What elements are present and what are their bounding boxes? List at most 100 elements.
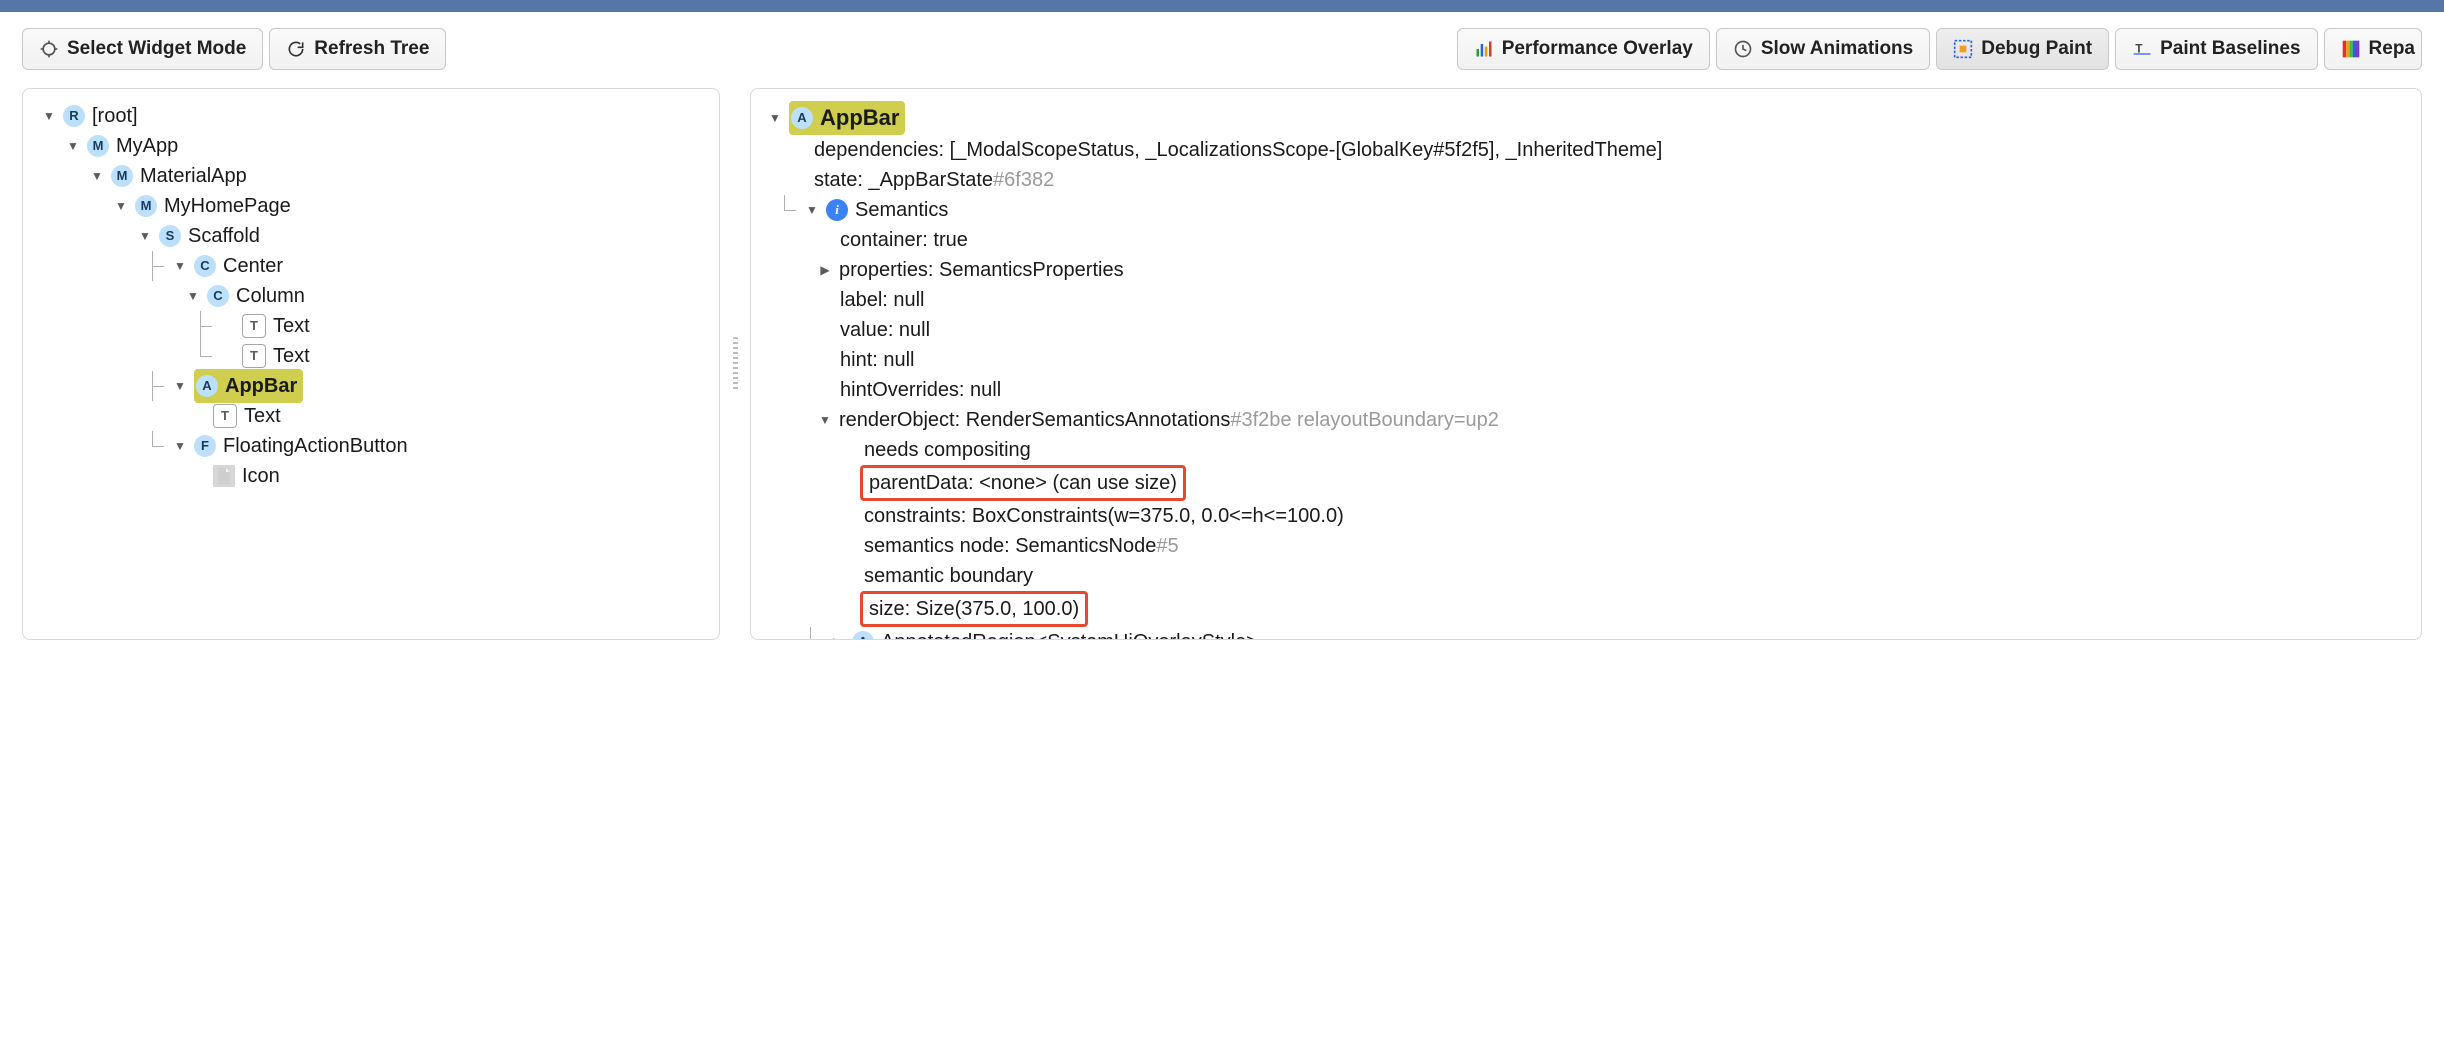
performance-overlay-button[interactable]: Performance Overlay [1457,28,1710,70]
tree-row-column[interactable]: ▼ C Column [29,281,713,311]
chevron-down-icon[interactable]: ▼ [818,413,832,427]
widget-badge: S [159,225,181,247]
details-row-semantics-node[interactable]: semantics node: SemanticsNode#5 [755,531,2417,561]
debug-paint-button[interactable]: Debug Paint [1936,28,2109,70]
chevron-right-icon[interactable]: ▶ [831,635,845,640]
details-row-hint-overrides[interactable]: hintOverrides: null [755,375,2417,405]
property-text: hintOverrides: null [840,375,1001,405]
baselines-icon: T [2132,39,2152,59]
widget-label: MyHomePage [164,191,291,221]
rainbow-icon [2341,39,2361,59]
widget-badge: A [196,375,218,397]
selected-widget: A AppBar [789,101,905,135]
details-row-constraints[interactable]: constraints: BoxConstraints(w=375.0, 0.0… [755,501,2417,531]
widget-label: FloatingActionButton [223,431,408,461]
chevron-down-icon[interactable]: ▼ [90,169,104,183]
bar-chart-icon [1474,39,1494,59]
tree-row-appbar[interactable]: ▼ A AppBar [29,371,713,401]
chevron-down-icon[interactable]: ▼ [768,111,782,125]
details-row-semantics[interactable]: ▼ i Semantics [755,195,2417,225]
details-row-render-object[interactable]: ▼ renderObject: RenderSemanticsAnnotatio… [755,405,2417,435]
widget-label: Column [236,281,305,311]
chevron-down-icon[interactable]: ▼ [173,439,187,453]
property-name: renderObject: RenderSemanticsAnnotations [839,409,1230,431]
widget-label: [root] [92,101,138,131]
hash-text: #5 [1156,535,1178,557]
refresh-tree-button[interactable]: Refresh Tree [269,28,446,70]
details-row-needs-compositing[interactable]: needs compositing [755,435,2417,465]
toolbar-left-group: Select Widget Mode Refresh Tree [22,28,446,70]
button-label: Refresh Tree [314,38,429,60]
tree-guide-icon [192,341,214,371]
chevron-down-icon[interactable]: ▼ [805,203,819,217]
chevron-down-icon[interactable]: ▼ [186,289,200,303]
tree-row-center[interactable]: ▼ C Center [29,251,713,281]
property-text: value: null [840,315,930,345]
chevron-down-icon[interactable]: ▼ [114,199,128,213]
hash-text: #3f2be relayoutBoundary=up2 [1230,409,1499,431]
widget-badge: M [87,135,109,157]
details-row-properties[interactable]: ▶ properties: SemanticsProperties [755,255,2417,285]
details-row-hint[interactable]: hint: null [755,345,2417,375]
toolbar: Select Widget Mode Refresh Tree Performa… [0,12,2444,88]
chevron-down-icon[interactable]: ▼ [138,229,152,243]
paint-baselines-button[interactable]: T Paint Baselines [2115,28,2317,70]
details-panel: ▼ A AppBar dependencies: [_ModalScopeSta… [750,88,2422,640]
widget-label: MyApp [116,131,178,161]
widget-tree: ▼ R [root] ▼ M MyApp ▼ M MaterialApp ▼ M [23,89,719,503]
widget-label: AppBar [225,371,297,401]
tree-row-materialapp[interactable]: ▼ M MaterialApp [29,161,713,191]
widget-badge: T [213,404,237,428]
chevron-down-icon[interactable]: ▼ [173,259,187,273]
panels-container: ▼ R [root] ▼ M MyApp ▼ M MaterialApp ▼ M [0,88,2444,664]
hash-text: #6f382 [993,169,1054,191]
select-widget-mode-button[interactable]: Select Widget Mode [22,28,263,70]
details-row-size[interactable]: size: Size(375.0, 100.0) [755,591,2417,627]
widget-badge: F [194,435,216,457]
chevron-down-icon[interactable]: ▼ [42,109,56,123]
chevron-right-icon[interactable]: ▶ [818,263,832,277]
tree-row-fab[interactable]: ▼ F FloatingActionButton [29,431,713,461]
details-row-annotated-region[interactable]: ▶ A AnnotatedRegion<SystemUiOverlayStyle… [755,627,2417,640]
widget-label: AnnotatedRegion<SystemUiOverlayStyle> [881,627,1258,640]
widget-label: Center [223,251,283,281]
selected-widget: A AppBar [194,369,303,403]
chevron-down-icon[interactable]: ▼ [173,379,187,393]
widget-badge: C [207,285,229,307]
details-row-container[interactable]: container: true [755,225,2417,255]
widget-badge: R [63,105,85,127]
tree-row-scaffold[interactable]: ▼ S Scaffold [29,221,713,251]
property-name: state: _AppBarState [814,169,993,191]
crosshair-icon [39,39,59,59]
details-row-state[interactable]: state: _AppBarState#6f382 [755,165,2417,195]
details-row-value[interactable]: value: null [755,315,2417,345]
tree-row-myhomepage[interactable]: ▼ M MyHomePage [29,191,713,221]
tree-guide-icon [144,371,166,401]
details-row-semantic-boundary[interactable]: semantic boundary [755,561,2417,591]
grip-icon [733,337,738,391]
slow-animations-button[interactable]: Slow Animations [1716,28,1930,70]
tree-row-text[interactable]: ▼ T Text [29,341,713,371]
chevron-down-icon[interactable]: ▼ [66,139,80,153]
widget-label: Text [244,401,281,431]
property-text: renderObject: RenderSemanticsAnnotations… [839,405,1499,435]
details-row-parent-data[interactable]: parentData: <none> (can use size) [755,465,2417,501]
widget-label: AppBar [820,103,899,133]
button-label: Select Widget Mode [67,38,246,60]
tree-row-icon[interactable]: ▼ Icon [29,461,713,491]
tree-row-root[interactable]: ▼ R [root] [29,101,713,131]
details-row-appbar[interactable]: ▼ A AppBar [755,101,2417,135]
panel-splitter[interactable] [732,88,738,640]
tree-row-text[interactable]: ▼ T Text [29,401,713,431]
details-row-dependencies[interactable]: dependencies: [_ModalScopeStatus, _Local… [755,135,2417,165]
widget-label: MaterialApp [140,161,247,191]
widget-badge: A [852,631,874,640]
widget-label: Icon [242,461,280,491]
details-row-label[interactable]: label: null [755,285,2417,315]
tree-row-myapp[interactable]: ▼ M MyApp [29,131,713,161]
toolbar-right-group: Performance Overlay Slow Animations Debu… [1457,28,2422,70]
property-text: dependencies: [_ModalScopeStatus, _Local… [814,135,1662,165]
tree-guide-icon [144,251,166,281]
tree-row-text[interactable]: ▼ T Text [29,311,713,341]
repaint-rainbow-button[interactable]: Repa [2324,28,2422,70]
